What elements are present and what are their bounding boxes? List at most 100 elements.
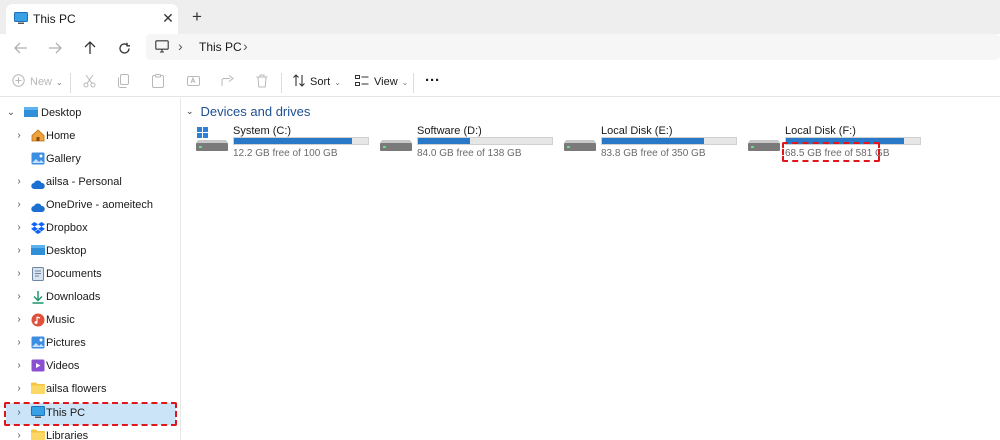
scissors-icon [83, 74, 96, 91]
chevron-right-icon[interactable]: › [14, 314, 24, 325]
chevron-right-icon[interactable]: › [14, 268, 24, 279]
address-bar[interactable]: › This PC › [146, 34, 1000, 60]
folder-icon [31, 382, 45, 397]
divider [281, 73, 282, 93]
sidebar-item-label: Desktop [46, 245, 87, 257]
more-options-button[interactable]: ··· [425, 71, 440, 89]
sort-icon [293, 74, 305, 90]
chevron-right-icon[interactable]: › [14, 130, 24, 141]
drive-usage-bar [233, 137, 369, 145]
sidebar-item-desktop[interactable]: › Desktop [0, 241, 180, 263]
sidebar-item-home[interactable]: › Home [0, 126, 180, 148]
chevron-right-icon[interactable]: › [14, 430, 24, 440]
sidebar-item-label: Dropbox [46, 222, 88, 234]
onedrive-cloud-icon [31, 178, 45, 192]
chevron-right-icon[interactable]: › [14, 337, 24, 348]
drive-c[interactable]: System (C:) 12.2 GB free of 100 GB [196, 123, 376, 163]
new-button[interactable]: New ⌄ [12, 73, 63, 91]
new-tab-button[interactable]: + [188, 8, 206, 26]
sidebar-item-label: Gallery [46, 153, 81, 165]
cut-button[interactable] [83, 73, 96, 91]
chevron-right-icon[interactable]: › [14, 383, 24, 394]
view-icon [355, 74, 369, 90]
pictures-icon [31, 336, 45, 352]
sort-label: Sort [310, 76, 331, 88]
close-tab-icon[interactable]: ✕ [160, 10, 176, 26]
sidebar-item-downloads[interactable]: › Downloads [0, 287, 180, 309]
devices-and-drives-header[interactable]: ⌄ Devices and drives [186, 104, 310, 119]
drive-d[interactable]: Software (D:) 84.0 GB free of 138 GB [380, 123, 560, 163]
rename-icon [187, 74, 201, 91]
copy-icon [117, 73, 130, 91]
sidebar-item-videos[interactable]: › Videos [0, 356, 180, 378]
rename-button[interactable] [187, 73, 201, 91]
sidebar-item-gallery[interactable]: Gallery [0, 149, 180, 171]
home-icon [31, 129, 45, 145]
share-icon [221, 74, 235, 90]
divider [70, 73, 71, 93]
forward-arrow-icon[interactable] [45, 38, 65, 58]
drive-usage-bar [601, 137, 737, 145]
breadcrumb-separator[interactable]: › [178, 38, 183, 54]
chevron-down-icon: ⌄ [56, 77, 63, 87]
sidebar-item-label: Pictures [46, 337, 86, 349]
folder-icon [31, 429, 45, 440]
drive-free-space: 83.8 GB free of 350 GB [601, 148, 706, 159]
sidebar-item-desktop-root[interactable]: ⌄ Desktop [0, 103, 180, 125]
sidebar-item-dropbox[interactable]: › Dropbox [0, 218, 180, 240]
hard-drive-icon [748, 127, 780, 156]
sidebar-item-label: Videos [46, 360, 80, 372]
sidebar-item-label: ailsa - Personal [46, 176, 122, 188]
chevron-right-icon[interactable]: › [14, 176, 24, 187]
back-arrow-icon[interactable] [11, 38, 31, 58]
chevron-down-icon[interactable]: ⌄ [6, 107, 16, 118]
chevron-right-icon[interactable]: › [14, 222, 24, 233]
documents-icon [32, 267, 44, 284]
sidebar-item-label: Desktop [41, 107, 82, 119]
up-arrow-icon[interactable] [80, 38, 100, 58]
chevron-right-icon[interactable]: › [14, 291, 24, 302]
sidebar-item-pictures[interactable]: › Pictures [0, 333, 180, 355]
sidebar-item-label: Libraries [46, 430, 89, 440]
sidebar-item-music[interactable]: › Music [0, 310, 180, 332]
view-button[interactable]: View ⌄ [355, 73, 408, 91]
sidebar-item-label: Home [46, 130, 76, 142]
drive-name: Local Disk (E:) [601, 125, 673, 137]
view-label: View [374, 76, 398, 88]
dropbox-icon [31, 221, 45, 237]
desktop-icon [24, 106, 38, 121]
drive-usage-fill [602, 138, 704, 144]
sidebar-item-libraries[interactable]: › Libraries [0, 426, 180, 440]
downloads-icon [31, 290, 45, 307]
drive-name: Software (D:) [417, 125, 482, 137]
sidebar-item-onedrive-aomeitech[interactable]: › OneDrive - aomeitech [0, 195, 180, 217]
copy-button[interactable] [117, 73, 130, 91]
chevron-right-icon[interactable]: › [14, 199, 24, 210]
command-bar: New ⌄ Sort ⌄ View ⌄ ··· [0, 67, 1000, 97]
tab-this-pc[interactable]: This PC ✕ [6, 4, 178, 34]
sidebar-item-ailsa-flowers[interactable]: › ailsa flowers [0, 379, 180, 401]
sidebar-item-documents[interactable]: › Documents [0, 264, 180, 286]
sidebar-item-ailsa-personal[interactable]: › ailsa - Personal [0, 172, 180, 194]
hard-drive-icon [564, 127, 596, 156]
breadcrumb-this-pc[interactable]: This PC [199, 40, 242, 54]
chevron-down-icon: ⌄ [401, 77, 409, 87]
share-button[interactable] [221, 73, 235, 91]
videos-icon [31, 359, 45, 375]
drive-e[interactable]: Local Disk (E:) 83.8 GB free of 350 GB [564, 123, 744, 163]
desktop-icon [31, 244, 45, 259]
chevron-right-icon[interactable]: › [14, 245, 24, 256]
paste-button[interactable] [152, 73, 164, 91]
refresh-icon[interactable] [114, 38, 134, 58]
tab-title: This PC [33, 12, 76, 26]
drive-usage-fill [234, 138, 352, 144]
breadcrumb-separator[interactable]: › [243, 38, 248, 54]
sort-button[interactable]: Sort ⌄ [293, 73, 341, 91]
chevron-down-icon: ⌄ [334, 77, 341, 87]
chevron-right-icon[interactable]: › [14, 360, 24, 371]
system-drive-icon [196, 127, 228, 156]
plus-circle-icon [12, 74, 25, 90]
drive-free-space: 12.2 GB free of 100 GB [233, 148, 338, 159]
delete-button[interactable] [256, 73, 268, 91]
onedrive-cloud-icon [31, 201, 45, 215]
